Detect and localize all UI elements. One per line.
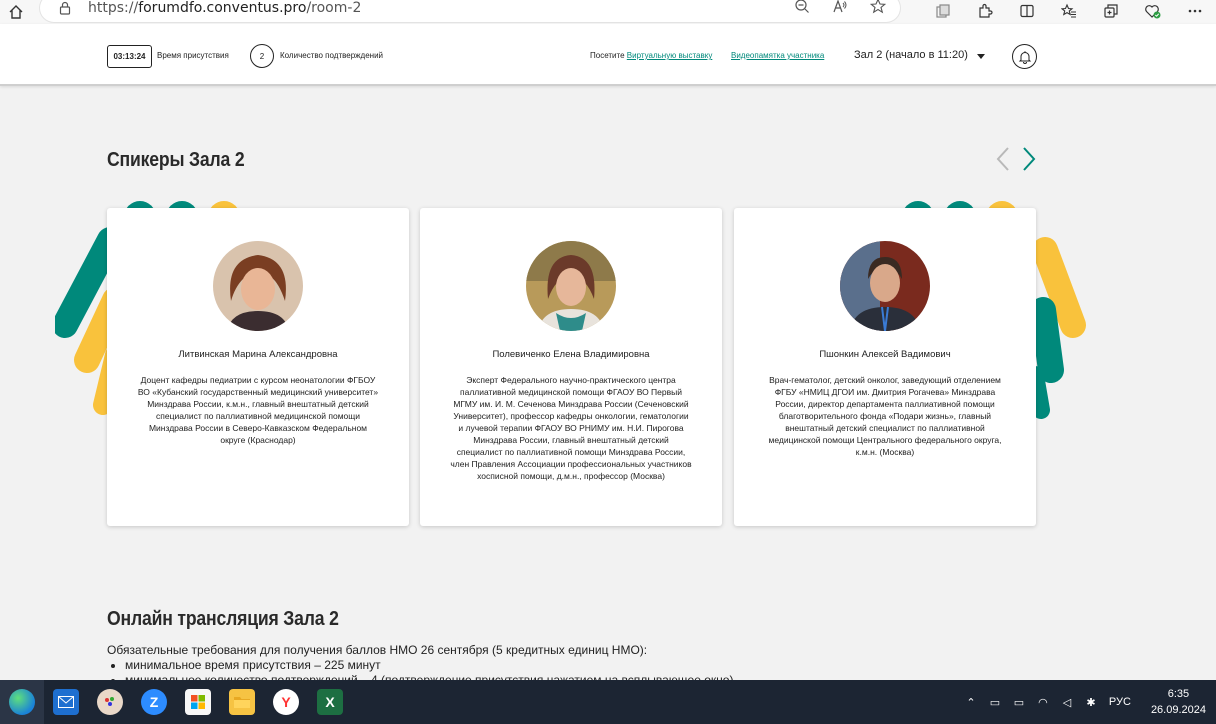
battery-icon[interactable]: ▭ (1009, 696, 1029, 709)
speaker-photo-avatar (840, 241, 930, 331)
speaker-photo-avatar (213, 241, 303, 331)
prev-arrow-icon[interactable] (994, 146, 1012, 172)
clock-date: 26.09.2024 (1150, 704, 1206, 716)
hall-select[interactable]: Зал 2 (начало в 11:20) (854, 49, 968, 61)
zoom-out-icon[interactable] (794, 0, 810, 14)
video-memo-link[interactable]: Видеопамятка участника (731, 51, 824, 60)
chevron-up-icon[interactable]: ⌃ (961, 696, 981, 709)
speaker-card[interactable]: Литвинская Марина Александровна Доцент к… (107, 208, 409, 526)
bell-icon[interactable] (1012, 44, 1037, 69)
yandex-browser-icon[interactable]: Y (264, 680, 308, 724)
favorites-icon[interactable] (1060, 2, 1078, 20)
zoom-icon[interactable]: Z (132, 680, 176, 724)
browser-essentials-icon[interactable] (1144, 2, 1162, 20)
meet-now-icon[interactable]: ▭ (985, 696, 1005, 709)
speaker-card[interactable]: Полевиченко Елена Владимировна Эксперт Ф… (420, 208, 722, 526)
presence-timer: 03:13:24 (107, 45, 152, 68)
speaker-photo-avatar (526, 241, 616, 331)
system-clock[interactable]: 6:35 26.09.2024 (1151, 686, 1206, 718)
confirmations-count: 2 (250, 44, 274, 68)
language-indicator[interactable]: РУС (1105, 696, 1135, 708)
wifi-icon[interactable]: ◠ (1033, 696, 1053, 709)
requirements-intro: Обязательные требования для получения ба… (107, 643, 648, 657)
browser-toolbar: https://forumdfo.conventus.pro/room-2 (0, 0, 1216, 24)
file-explorer-icon[interactable] (220, 680, 264, 724)
windows-taskbar: Z Y X ⌃ ▭ ▭ ◠ ◁ ✱ РУС 6:35 26.09.2024 (0, 680, 1216, 724)
lock-icon (59, 1, 71, 15)
speakers-title: Спикеры Зала 2 (107, 149, 245, 171)
collections-icon[interactable] (934, 2, 952, 20)
bluetooth-icon[interactable]: ✱ (1081, 696, 1101, 709)
speaker-description: Доцент кафедры педиатрии с курсом неонат… (137, 375, 379, 445)
visit-text: Посетите Виртуальную выставку (590, 51, 713, 60)
tab-collections-icon[interactable] (1102, 2, 1120, 20)
mail-icon[interactable] (44, 680, 88, 724)
stream-title: Онлайн трансляция Зала 2 (107, 608, 339, 630)
home-icon[interactable] (4, 2, 28, 22)
edge-icon[interactable] (0, 680, 44, 724)
requirement-item: минимальное время присутствия – 225 мину… (125, 658, 733, 673)
address-bar[interactable]: https://forumdfo.conventus.pro/room-2 (40, 0, 900, 22)
split-screen-icon[interactable] (1018, 2, 1036, 20)
site-header: 03:13:24 Время присутствия 2 Количество … (0, 24, 1216, 86)
excel-icon[interactable]: X (308, 680, 352, 724)
volume-muted-icon[interactable]: ◁ (1057, 696, 1077, 709)
speaker-name: Полевиченко Елена Владимировна (492, 349, 650, 360)
clock-time: 6:35 (1167, 688, 1190, 700)
next-arrow-icon[interactable] (1020, 146, 1038, 172)
presence-timer-label: Время присутствия (157, 51, 229, 60)
read-aloud-icon[interactable] (832, 0, 848, 14)
speaker-description: Врач-гематолог, детский онколог, заведую… (768, 375, 1002, 457)
virtual-exhibition-link[interactable]: Виртуальную выставку (627, 51, 713, 60)
caret-down-icon[interactable] (977, 54, 985, 59)
paint-icon[interactable] (88, 680, 132, 724)
store-icon[interactable] (176, 680, 220, 724)
speaker-card[interactable]: Пшонкин Алексей Вадимович Врач-гематолог… (734, 208, 1036, 526)
speaker-description: Эксперт Федерального научно-практическог… (450, 375, 692, 481)
speaker-name: Литвинская Марина Александровна (178, 349, 338, 360)
more-menu-icon[interactable] (1186, 2, 1204, 20)
confirmations-label: Количество подтверждений (280, 51, 384, 60)
favorite-star-icon[interactable] (869, 0, 887, 14)
url-text: https://forumdfo.conventus.pro/room-2 (88, 0, 362, 16)
extensions-icon[interactable] (976, 2, 994, 20)
speaker-name: Пшонкин Алексей Вадимович (819, 349, 951, 360)
